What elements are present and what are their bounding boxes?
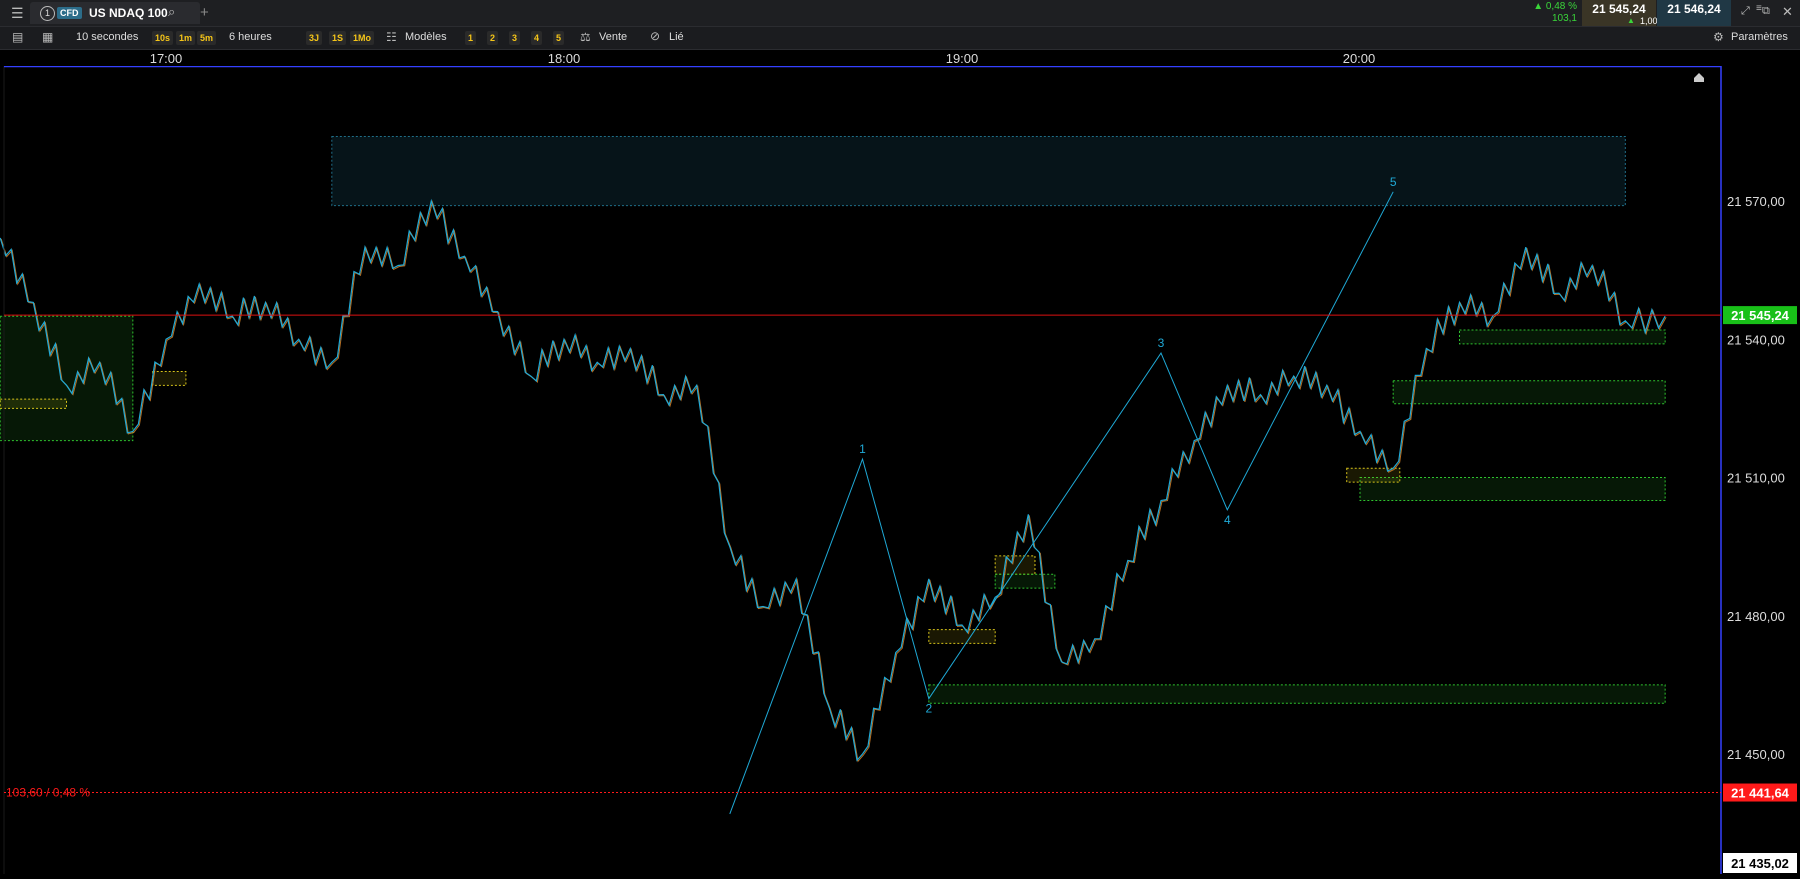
link-icon: ⊘ <box>650 29 661 43</box>
price-chart[interactable]: 1 2 3 4 5 21 545,24 21 441,64 103,60 / 0,48 % 2… <box>0 65 1800 874</box>
interval-1m-button[interactable]: 1m <box>176 31 196 45</box>
order-zone <box>0 398 68 409</box>
time-axis: 17:00 18:00 19:00 20:00 <box>0 50 1800 66</box>
wave-label-3: 3 <box>1158 336 1165 350</box>
close-icon[interactable]: ✕ <box>1782 4 1793 20</box>
wave-label-1: 1 <box>859 442 866 456</box>
wave-label-4: 4 <box>1224 513 1231 527</box>
ask-price: 21 546,24 <box>1667 2 1721 16</box>
price-tick-label: 21 450,00 <box>1727 747 1785 762</box>
order-zone <box>928 629 996 644</box>
time-tick-label: 20:00 <box>1342 51 1376 66</box>
grid-view-icon[interactable]: ▦ <box>42 30 53 44</box>
search-icon[interactable]: ⌕ <box>168 4 175 20</box>
change-box: ▲ 0,48 % 103,1 <box>1523 0 1579 26</box>
template-slot-2[interactable]: 2 <box>487 31 499 45</box>
wave-label-2: 2 <box>925 702 932 716</box>
order-zone <box>152 371 187 386</box>
demand-zone <box>1392 380 1666 405</box>
zones-layer <box>0 135 1666 704</box>
range-1mo-button[interactable]: 1Mo <box>350 31 374 45</box>
price-tick-label: 21 570,00 <box>1727 194 1785 209</box>
demand-zone <box>928 684 1666 704</box>
change-abs: 103,1 <box>1551 13 1577 24</box>
demand-zone <box>1359 477 1666 502</box>
spread-value: 1,00 <box>1640 16 1658 26</box>
title-bar: ☰ 1 ⌕ CFD US NDAQ 100 + ▲ 0,48 % 103,1 2… <box>0 0 1800 27</box>
demand-zone <box>1459 329 1666 345</box>
templates-button[interactable]: Modèles <box>405 31 447 43</box>
template-slot-3[interactable]: 3 <box>509 31 521 45</box>
popout-icon[interactable]: ⧉ <box>1762 5 1770 18</box>
range-3j-button[interactable]: 3J <box>306 31 323 45</box>
order-zone <box>994 555 1036 575</box>
supply-zone <box>331 135 1626 207</box>
settings-button[interactable]: Paramètres <box>1731 31 1788 43</box>
layout-icon[interactable]: ≡ <box>1756 3 1762 14</box>
template-slot-5[interactable]: 5 <box>553 31 565 45</box>
time-tick-label: 19:00 <box>945 51 979 66</box>
template-slot-4[interactable]: 4 <box>531 31 543 45</box>
expand-icon[interactable]: ⤢ <box>1741 5 1750 18</box>
price-tick-label: 21 480,00 <box>1727 609 1785 624</box>
gear-icon[interactable]: ⚙ <box>1713 30 1724 44</box>
templates-icon: ☷ <box>386 30 397 44</box>
add-tab-icon[interactable]: + <box>200 4 209 21</box>
instrument-name: US NDAQ 100 <box>89 6 168 20</box>
spread-up-icon: ▲ <box>1627 16 1635 25</box>
home-icon <box>1694 73 1704 82</box>
time-tick-label: 18:00 <box>547 51 581 66</box>
instrument-type-badge: CFD <box>57 7 82 19</box>
trade-icon: ⚖ <box>580 30 591 44</box>
link-button[interactable]: Lié <box>669 31 684 43</box>
price-chart-svg[interactable]: 1 2 3 4 5 21 545,24 21 441,64 103,60 / 0,48 % 2… <box>0 65 1800 874</box>
wave-label-5: 5 <box>1390 175 1397 189</box>
change-pct: ▲ 0,48 % <box>1533 1 1577 12</box>
chart-toolbar: ▤ ▦ 10 secondes 10s 1m 5m 6 heures 3J 1S… <box>0 27 1800 50</box>
ask-price-button[interactable]: 21 546,24 <box>1657 0 1731 26</box>
last-price-label: 21 545,24 <box>1731 308 1790 323</box>
menu-icon[interactable]: ☰ <box>11 5 24 22</box>
price-tick-label: 21 540,00 <box>1727 332 1785 347</box>
range-1s-button[interactable]: 1S <box>329 31 347 45</box>
tab-number-badge: 1 <box>40 6 55 21</box>
wave-layer: 1 2 3 4 5 <box>729 175 1397 815</box>
bid-price: 21 545,24 <box>1592 2 1646 16</box>
bottom-price-label: 21 435,02 <box>1731 856 1789 871</box>
time-tick-label: 17:00 <box>149 51 183 66</box>
trade-button[interactable]: Vente <box>599 31 627 43</box>
template-slot-1[interactable]: 1 <box>465 31 477 45</box>
interval-select[interactable]: 10 secondes <box>76 31 138 43</box>
interval-5m-button[interactable]: 5m <box>197 31 217 45</box>
low-change-label: 103,60 / 0,48 % <box>6 786 90 800</box>
low-price-label: 21 441,64 <box>1731 786 1790 801</box>
wave-path <box>729 191 1394 815</box>
range-select[interactable]: 6 heures <box>229 31 272 43</box>
list-view-icon[interactable]: ▤ <box>12 30 23 44</box>
price-tick-label: 21 510,00 <box>1727 471 1785 486</box>
interval-10s-button[interactable]: 10s <box>152 31 174 45</box>
